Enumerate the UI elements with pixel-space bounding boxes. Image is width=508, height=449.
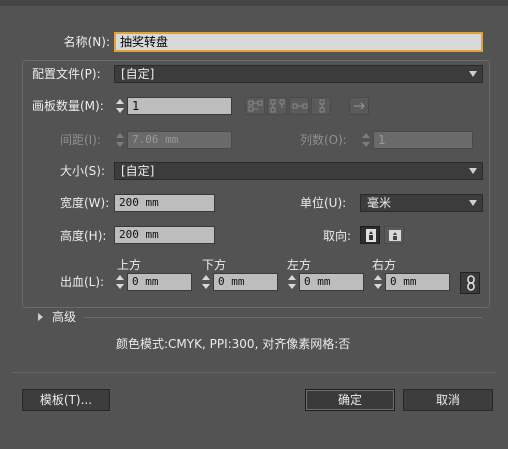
artboards-count-input[interactable]: 1 xyxy=(127,97,232,115)
portrait-orientation-icon xyxy=(366,229,376,242)
profile-label: 配置文件(P): xyxy=(32,67,101,81)
stepper-down-icon[interactable] xyxy=(202,284,210,289)
grid-by-row-button[interactable] xyxy=(245,97,265,115)
bleed-bottom-stepper[interactable] xyxy=(200,273,212,291)
grid-by-column-icon xyxy=(270,99,285,113)
right-to-left-button[interactable] xyxy=(349,97,369,115)
name-input[interactable]: 抽奖转盘 xyxy=(114,32,483,52)
bleed-right-input[interactable]: 0 mm xyxy=(385,273,450,291)
bleed-right-label: 右方 xyxy=(372,258,397,272)
advanced-divider xyxy=(84,317,482,318)
bleed-top-input[interactable]: 0 mm xyxy=(127,273,192,291)
bleed-label: 出血(L): xyxy=(60,275,105,289)
cancel-button[interactable]: 取消 xyxy=(403,389,493,411)
size-label: 大小(S): xyxy=(60,164,106,178)
stepper-down-icon[interactable] xyxy=(116,142,124,147)
profile-select[interactable]: [自定] xyxy=(114,65,483,83)
width-input[interactable]: 200 mm xyxy=(114,194,215,212)
arrange-by-row-button[interactable] xyxy=(289,97,309,115)
bleed-bottom-input[interactable]: 0 mm xyxy=(213,273,278,291)
height-label: 高度(H): xyxy=(60,229,107,243)
chevron-down-icon xyxy=(469,200,477,206)
name-label: 名称(N): xyxy=(63,35,110,49)
stepper-down-icon[interactable] xyxy=(116,284,124,289)
bleed-bottom-label: 下方 xyxy=(202,258,227,272)
advanced-label[interactable]: 高级 xyxy=(52,308,76,326)
units-select-value: 毫米 xyxy=(367,196,392,210)
bleed-left-input[interactable]: 0 mm xyxy=(299,273,364,291)
stepper-down-icon[interactable] xyxy=(116,108,124,113)
link-bleed-button[interactable] xyxy=(460,272,480,294)
stepper-up-icon[interactable] xyxy=(202,275,210,280)
chevron-down-icon xyxy=(469,168,477,174)
spacing-stepper[interactable] xyxy=(114,131,126,149)
bleed-right-stepper[interactable] xyxy=(372,273,384,291)
profile-select-value: [自定] xyxy=(121,67,155,81)
stepper-up-icon[interactable] xyxy=(116,133,124,138)
window-top-edge xyxy=(0,0,508,6)
chain-link-icon xyxy=(467,275,475,291)
size-select-value: [自定] xyxy=(121,164,155,178)
arrow-right-icon xyxy=(354,102,365,110)
grid-by-column-button[interactable] xyxy=(267,97,287,115)
spacing-label: 间距(I): xyxy=(60,133,101,147)
arrange-by-row-icon xyxy=(292,103,308,109)
width-label: 宽度(W): xyxy=(60,196,110,210)
portrait-button[interactable] xyxy=(360,226,380,244)
stepper-down-icon[interactable] xyxy=(362,142,370,147)
units-label: 单位(U): xyxy=(300,196,347,210)
columns-label: 列数(O): xyxy=(300,133,347,147)
arrange-by-column-button[interactable] xyxy=(311,97,331,115)
bleed-top-label: 上方 xyxy=(117,258,142,272)
height-input[interactable]: 200 mm xyxy=(114,226,215,244)
columns-stepper[interactable] xyxy=(360,131,372,149)
bleed-top-stepper[interactable] xyxy=(114,273,126,291)
artboards-count-stepper[interactable] xyxy=(114,97,126,115)
disclosure-triangle-icon[interactable] xyxy=(38,313,43,321)
templates-button[interactable]: 模板(T)... xyxy=(22,389,110,411)
grid-by-row-icon xyxy=(248,100,263,112)
stepper-up-icon[interactable] xyxy=(116,275,124,280)
ok-button[interactable]: 确定 xyxy=(305,389,395,411)
stepper-up-icon[interactable] xyxy=(288,275,296,280)
orientation-label: 取向: xyxy=(323,229,352,243)
stepper-up-icon[interactable] xyxy=(374,275,382,280)
stepper-up-icon[interactable] xyxy=(116,99,124,104)
artboards-count-label: 画板数量(M): xyxy=(32,99,104,113)
landscape-button[interactable] xyxy=(384,226,404,244)
document-info-text: 颜色模式:CMYK, PPI:300, 对齐像素网格:否 xyxy=(116,337,351,351)
bleed-left-stepper[interactable] xyxy=(286,273,298,291)
stepper-up-icon[interactable] xyxy=(362,133,370,138)
stepper-down-icon[interactable] xyxy=(374,284,382,289)
units-select[interactable]: 毫米 xyxy=(360,194,483,212)
arrange-by-column-icon xyxy=(319,99,325,113)
footer-divider xyxy=(12,372,496,373)
stepper-down-icon[interactable] xyxy=(288,284,296,289)
spacing-input[interactable]: 7.06 mm xyxy=(127,131,232,149)
landscape-orientation-icon xyxy=(389,230,401,241)
bleed-left-label: 左方 xyxy=(287,258,312,272)
size-select[interactable]: [自定] xyxy=(114,162,483,180)
columns-input[interactable]: 1 xyxy=(373,131,473,149)
chevron-down-icon xyxy=(469,71,477,77)
